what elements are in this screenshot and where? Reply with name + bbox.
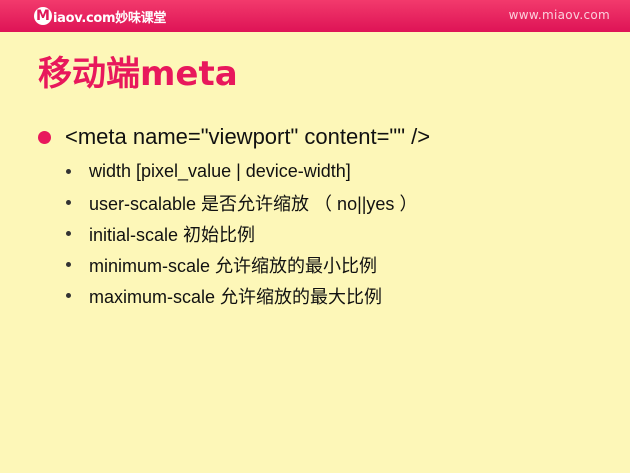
sub-bullet-text: minimum-scale 允许缩放的最小比例 bbox=[89, 255, 378, 276]
sub-bullet-dot-icon bbox=[66, 231, 71, 236]
sub-bullet-item: user-scalable 是否允许缩放 （ no||yes ） bbox=[66, 187, 417, 218]
miaov-logo[interactable]: M iaov.com妙味课堂 bbox=[34, 5, 166, 27]
slide-title: 移动端meta bbox=[38, 54, 238, 94]
sub-bullet-dot-icon bbox=[66, 293, 71, 298]
main-bullet-text: <meta name="viewport" content="" /> bbox=[65, 124, 431, 149]
logo-initial: M bbox=[34, 7, 52, 25]
logo-text: iaov.com妙味课堂 bbox=[53, 10, 167, 26]
sub-bullet-dot-icon bbox=[66, 262, 71, 267]
sub-bullet-text: maximum-scale 允许缩放的最大比例 bbox=[89, 286, 383, 307]
sub-bullet-dot-icon bbox=[66, 169, 71, 174]
sub-bullet-item: initial-scale 初始比例 bbox=[66, 218, 417, 249]
sub-bullet-text: width [pixel_value | device-width] bbox=[89, 161, 351, 181]
sub-bullet-item: width [pixel_value | device-width] bbox=[66, 156, 417, 187]
bullet-dot-icon bbox=[38, 130, 51, 144]
sub-bullet-item: maximum-scale 允许缩放的最大比例 bbox=[66, 280, 417, 311]
sub-bullet-text: user-scalable 是否允许缩放 （ no||yes ） bbox=[89, 193, 418, 214]
sub-bullet-dot-icon bbox=[66, 200, 71, 205]
sub-bullet-list: width [pixel_value | device-width] user-… bbox=[66, 156, 417, 311]
header-bar: M iaov.com妙味课堂 www.miaov.com bbox=[0, 0, 630, 32]
main-bullet: <meta name="viewport" content="" /> bbox=[38, 122, 430, 152]
sub-bullet-text: initial-scale 初始比例 bbox=[89, 224, 256, 245]
site-url: www.miaov.com bbox=[508, 8, 610, 22]
sub-bullet-item: minimum-scale 允许缩放的最小比例 bbox=[66, 249, 417, 280]
